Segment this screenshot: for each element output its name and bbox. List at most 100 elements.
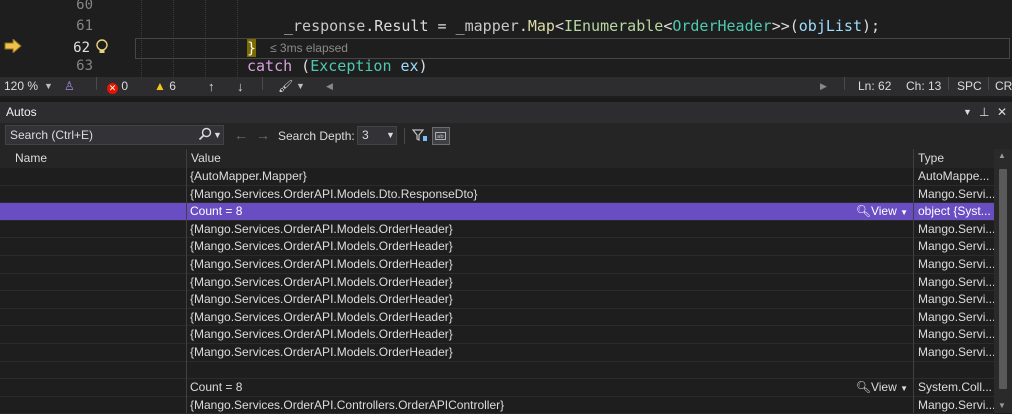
scroll-up-icon[interactable]: ▲ <box>998 151 1006 160</box>
column-header-value[interactable]: Value <box>186 149 914 168</box>
code-editor[interactable]: 60 61 _response.Result = _mapper.Map<IEn… <box>0 0 1012 77</box>
search-input[interactable]: Search (Ctrl+E) ▼ <box>5 125 224 145</box>
type-cell: object {Syst... <box>918 204 991 219</box>
value-cell[interactable]: {Mango.Services.OrderAPI.Models.OrderHea… <box>190 274 914 291</box>
copilot-icon[interactable]: ♙ <box>64 77 75 96</box>
table-row[interactable]: ▶this{Mango.Services.OrderAPI.Controller… <box>0 397 994 414</box>
zoom-level[interactable]: 120 % <box>4 77 38 96</box>
column-divider[interactable] <box>186 149 187 413</box>
code-token: OrderHeader <box>672 17 772 35</box>
code-token: IEnumerable <box>563 17 664 35</box>
code-line-63: 63 catch (Exception ex) <box>0 55 1012 77</box>
lightbulb-icon[interactable] <box>95 38 109 56</box>
error-count[interactable]: ✕ 0 <box>107 77 128 96</box>
code-token: < <box>663 17 673 35</box>
grid-header: Name Value Type <box>0 149 994 168</box>
scroll-right-icon[interactable]: ▶ <box>820 77 827 96</box>
vertical-scrollbar[interactable]: ▲ ▼ <box>994 149 1012 413</box>
code-text: catch (Exception ex) <box>247 55 428 77</box>
table-row[interactable]: ▶_mapper{AutoMapper.Mapper}AutoMappe... <box>0 168 994 186</box>
line-number: 63 <box>76 58 93 74</box>
code-line-61: 61 _response.Result = _mapper.Map<IEnume… <box>0 15 1012 37</box>
value-cell[interactable]: {Mango.Services.OrderAPI.Models.OrderHea… <box>190 238 914 255</box>
table-row[interactable]: ▶[0]{Mango.Services.OrderAPI.Models.Orde… <box>0 221 994 239</box>
code-token: _response <box>284 17 366 35</box>
chevron-down-icon[interactable]: ▼ <box>44 77 53 96</box>
type-cell: Mango.Servi... <box>918 309 994 324</box>
table-row[interactable]: ◢_response.ResultCount = 8🔍︎View ▼object… <box>0 203 994 221</box>
search-depth-label: Search Depth: <box>278 129 355 143</box>
code-token: . <box>518 17 528 35</box>
type-cell: AutoMappe... <box>918 169 990 183</box>
type-cell: System.Coll... <box>918 380 993 395</box>
close-icon[interactable]: ✕ <box>997 102 1007 123</box>
value-cell[interactable]: {Mango.Services.OrderAPI.Models.OrderHea… <box>190 326 914 343</box>
search-options-chevron-icon[interactable]: ▼ <box>213 126 222 144</box>
type-cell: Mango.Servi... <box>918 274 994 289</box>
perf-tip-elapsed[interactable]: ≤ 3ms elapsed <box>270 41 348 55</box>
type-cell: Mango.Servi... <box>918 186 994 201</box>
window-title: Autos <box>6 105 37 119</box>
chevron-down-icon[interactable]: ▼ <box>296 77 305 96</box>
brush-icon[interactable]: 🖌 <box>278 77 293 96</box>
scroll-left-icon[interactable]: ◀ <box>326 77 333 96</box>
table-row[interactable]: ▶[6]{Mango.Services.OrderAPI.Models.Orde… <box>0 326 994 344</box>
value-cell[interactable]: {Mango.Services.OrderAPI.Models.OrderHea… <box>190 256 914 273</box>
view-visualizer-button[interactable]: 🔍︎View ▼ <box>856 203 908 221</box>
search-icon[interactable] <box>198 127 212 141</box>
search-depth-select[interactable]: 3 ▼ <box>357 126 397 145</box>
value-cell[interactable]: Count = 8 <box>190 203 914 220</box>
table-row[interactable]: ▶[1]{Mango.Services.OrderAPI.Models.Orde… <box>0 238 994 256</box>
table-row[interactable]: ▶[3]{Mango.Services.OrderAPI.Models.Orde… <box>0 274 994 292</box>
column-header-name[interactable]: Name <box>10 149 186 168</box>
code-token: objList <box>798 17 862 35</box>
table-row[interactable]: ▶[4]{Mango.Services.OrderAPI.Models.Orde… <box>0 291 994 309</box>
line-ending-indicator[interactable]: CRLF <box>995 77 1012 96</box>
next-issue-arrow-icon[interactable]: ↓ <box>237 77 244 96</box>
value-cell[interactable]: {Mango.Services.OrderAPI.Models.OrderHea… <box>190 291 914 308</box>
table-row[interactable]: ▶objListCount = 8🔍︎View ▼System.Coll... <box>0 379 994 397</box>
value-cell[interactable]: {Mango.Services.OrderAPI.Controllers.Ord… <box>190 397 914 414</box>
chevron-down-icon: ▼ <box>900 384 908 394</box>
search-placeholder: Search (Ctrl+E) <box>10 128 94 142</box>
view-visualizer-button[interactable]: 🔍︎View ▼ <box>856 379 908 397</box>
search-forward-arrow-icon[interactable]: → <box>256 126 270 144</box>
code-token: Exception <box>310 57 392 75</box>
type-cell: Mango.Servi... <box>918 221 994 236</box>
code-token: _mapper <box>455 17 519 35</box>
warning-count[interactable]: ▲ 6 <box>154 77 176 96</box>
editor-status-bar: 120 % ▼ ♙ ✕ 0 ▲ 6 ↑ ↓ 🖌 ▼ ◀ ▶ Ln: 62 Ch:… <box>0 77 1012 96</box>
indentation-indicator[interactable]: SPC <box>957 77 982 96</box>
window-menu-chevron-icon[interactable]: ▼ <box>963 102 972 123</box>
value-cell[interactable]: {Mango.Services.OrderAPI.Models.OrderHea… <box>190 344 914 361</box>
table-row[interactable]: ▶[5]{Mango.Services.OrderAPI.Models.Orde… <box>0 309 994 327</box>
search-back-arrow-icon[interactable]: ← <box>234 126 248 144</box>
pin-icon[interactable]: ⊥ <box>979 102 989 123</box>
value-cell[interactable]: {Mango.Services.OrderAPI.Models.Dto.Resp… <box>190 186 914 203</box>
execution-pointer-arrow-icon[interactable] <box>4 39 22 53</box>
table-row[interactable]: ▶[2]{Mango.Services.OrderAPI.Models.Orde… <box>0 256 994 274</box>
warning-icon: ▲ <box>154 79 166 93</box>
hex-display-icon[interactable]: ab <box>432 127 450 145</box>
code-token: Map <box>527 17 555 35</box>
previous-issue-arrow-icon[interactable]: ↑ <box>208 77 215 96</box>
code-token: ex <box>400 57 419 75</box>
type-cell: Mango.Servi... <box>918 239 994 254</box>
value-cell[interactable]: {Mango.Services.OrderAPI.Models.OrderHea… <box>190 221 914 238</box>
value-cell[interactable]: Count = 8 <box>190 379 914 396</box>
table-row[interactable]: ▶_response{Mango.Services.OrderAPI.Model… <box>0 186 994 204</box>
table-row[interactable]: ▶Raw View <box>0 362 994 380</box>
line-indicator[interactable]: Ln: 62 <box>858 77 891 96</box>
type-cell: Mango.Servi... <box>918 397 994 412</box>
value-cell[interactable]: {AutoMapper.Mapper} <box>190 168 914 185</box>
autos-grid: Name Value Type ▶_mapper{AutoMapper.Mapp… <box>0 149 1012 414</box>
column-header-type[interactable]: Type <box>913 149 994 168</box>
filter-pin-icon[interactable] <box>411 127 429 145</box>
scroll-down-icon[interactable]: ▼ <box>998 401 1006 410</box>
value-cell[interactable]: {Mango.Services.OrderAPI.Models.OrderHea… <box>190 309 914 326</box>
column-divider[interactable] <box>913 149 914 413</box>
table-row[interactable]: ▶[7]{Mango.Services.OrderAPI.Models.Orde… <box>0 344 994 362</box>
scrollbar-thumb[interactable] <box>999 169 1007 389</box>
column-indicator[interactable]: Ch: 13 <box>906 77 941 96</box>
